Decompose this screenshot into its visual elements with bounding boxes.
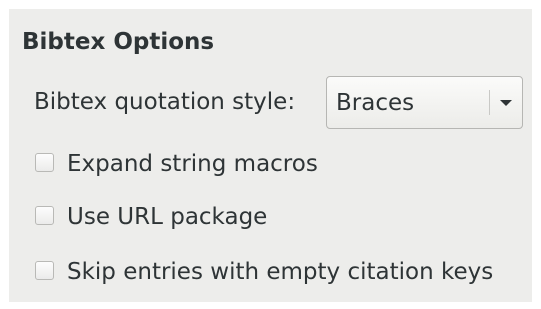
dropdown-separator	[489, 90, 490, 115]
chevron-down-icon[interactable]	[500, 100, 512, 106]
quotation-style-dropdown[interactable]: Braces	[326, 76, 523, 129]
bibtex-options-panel: Bibtex Options Bibtex quotation style: B…	[9, 9, 532, 302]
expand-string-macros-checkbox[interactable]	[35, 153, 54, 172]
section-title: Bibtex Options	[22, 29, 215, 55]
quotation-style-value: Braces	[336, 90, 415, 116]
skip-empty-citation-keys-label[interactable]: Skip entries with empty citation keys	[67, 259, 493, 285]
skip-empty-citation-keys-checkbox[interactable]	[35, 261, 54, 280]
use-url-package-label[interactable]: Use URL package	[67, 204, 267, 230]
use-url-package-checkbox[interactable]	[35, 206, 54, 225]
expand-string-macros-label[interactable]: Expand string macros	[67, 151, 318, 177]
quotation-style-label: Bibtex quotation style:	[34, 89, 296, 115]
